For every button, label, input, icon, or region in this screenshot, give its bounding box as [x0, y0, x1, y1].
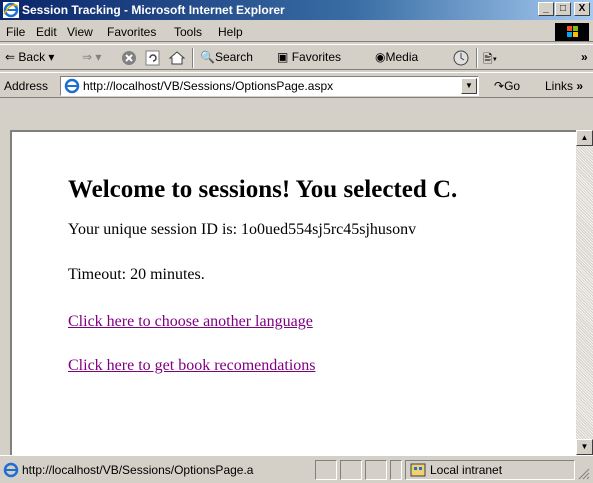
links-button[interactable]: Links »	[545, 79, 583, 93]
minimize-button[interactable]: _	[538, 2, 554, 16]
choose-language-link[interactable]: Click here to choose another language	[68, 313, 313, 331]
search-icon: 🔍	[200, 50, 215, 64]
stop-icon[interactable]	[120, 49, 138, 67]
vertical-scrollbar[interactable]: ▲ ▼	[576, 130, 593, 455]
home-icon[interactable]	[168, 49, 186, 67]
address-url: http://localhost/VB/Sessions/OptionsPage…	[83, 79, 334, 93]
scroll-up-button[interactable]: ▲	[576, 130, 593, 146]
media-icon: ◉	[375, 50, 386, 64]
address-input[interactable]: http://localhost/VB/Sessions/OptionsPage…	[60, 76, 479, 96]
window-title: Session Tracking - Microsoft Internet Ex…	[22, 3, 285, 17]
ie-icon	[3, 2, 19, 18]
menu-favorites[interactable]: Favorites	[107, 25, 156, 39]
browser-window: Session Tracking - Microsoft Internet Ex…	[0, 0, 593, 483]
resize-grip-icon[interactable]	[578, 468, 590, 480]
windows-logo-icon	[555, 23, 589, 41]
page-heading: Welcome to sessions! You selected C.	[68, 176, 458, 203]
go-button[interactable]: ↷Go	[494, 79, 520, 93]
status-panel	[365, 460, 387, 480]
favorites-icon: ▣	[277, 50, 289, 64]
menu-help[interactable]: Help	[218, 25, 243, 39]
status-bar: http://localhost/VB/Sessions/OptionsPage…	[0, 455, 593, 483]
intranet-zone-icon	[410, 463, 426, 477]
scroll-down-button[interactable]: ▼	[576, 439, 593, 455]
session-id-text: Your unique session ID is: 1o0ued554sj5r…	[68, 221, 417, 238]
menu-edit[interactable]: Edit	[36, 25, 57, 39]
toolbar-separator	[192, 48, 194, 68]
status-panel	[340, 460, 362, 480]
menu-view[interactable]: View	[67, 25, 93, 39]
close-button[interactable]: X	[574, 2, 590, 16]
forward-button[interactable]: ⇒ ▾	[82, 50, 101, 64]
search-button[interactable]: 🔍Search	[200, 50, 253, 64]
menu-bar: File Edit View Favorites Tools Help	[0, 22, 593, 42]
menu-tools[interactable]: Tools	[174, 25, 202, 39]
title-bar[interactable]: Session Tracking - Microsoft Internet Ex…	[0, 0, 593, 20]
menu-file[interactable]: File	[6, 25, 25, 39]
zone-label: Local intranet	[430, 463, 503, 477]
address-label: Address	[4, 79, 49, 93]
history-icon[interactable]	[452, 49, 470, 67]
favorites-button[interactable]: ▣ Favorites	[277, 50, 341, 64]
toolbar-separator	[476, 48, 478, 68]
page-content: Welcome to sessions! You selected C. You…	[10, 130, 576, 455]
mail-button[interactable]: 🖹▾	[483, 50, 497, 71]
refresh-icon[interactable]	[144, 49, 162, 67]
status-panel	[315, 460, 337, 480]
timeout-text: Timeout: 20 minutes.	[68, 266, 205, 283]
status-url: http://localhost/VB/Sessions/OptionsPage…	[22, 463, 254, 477]
address-bar: Address http://localhost/VB/Sessions/Opt…	[0, 72, 593, 98]
status-panel	[390, 460, 402, 480]
standard-toolbar: ⇐ Back ▾ ⇒ ▾ 🔍Search ▣ Favorites ◉Media …	[0, 44, 593, 70]
maximize-button[interactable]: □	[555, 2, 571, 16]
book-recommendations-link[interactable]: Click here to get book recomendations	[68, 357, 315, 375]
toolbar-overflow-chevron[interactable]: »	[581, 50, 588, 64]
go-arrow-icon: ↷	[494, 79, 505, 93]
media-button[interactable]: ◉Media	[375, 50, 418, 64]
page-icon	[64, 78, 80, 94]
back-button[interactable]: ⇐ Back ▾	[5, 50, 54, 64]
status-page-icon	[3, 462, 19, 478]
address-dropdown-button[interactable]: ▼	[461, 78, 477, 94]
mail-icon: 🖹	[483, 52, 493, 66]
